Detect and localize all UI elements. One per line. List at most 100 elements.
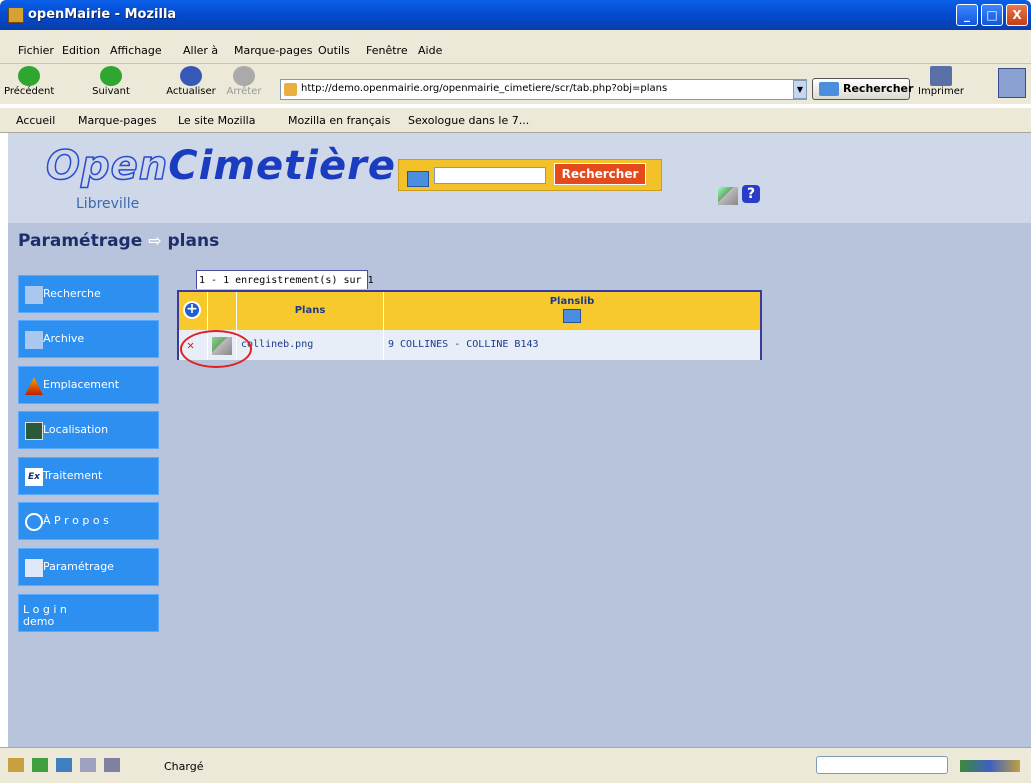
header-spacer xyxy=(208,292,237,330)
printer-icon xyxy=(930,66,952,86)
forward-arrow-icon xyxy=(100,66,122,86)
sidebar-item-label: Paramétrage xyxy=(43,560,114,573)
sidebar-item-localisation[interactable]: Localisation xyxy=(18,411,159,449)
page-header: OpenCimetière Libreville Rechercher ? xyxy=(8,133,1031,223)
menu-aller[interactable]: Aller à xyxy=(183,44,218,57)
header-search-box: Rechercher xyxy=(398,159,662,191)
addressbook-icon[interactable] xyxy=(80,758,96,772)
site-logo[interactable]: OpenCimetière xyxy=(45,142,396,190)
menu-affichage[interactable]: Affichage xyxy=(110,44,162,57)
sidebar-item-login[interactable]: L o g i n demo xyxy=(18,594,159,632)
progress-bar xyxy=(816,756,948,774)
app-icon xyxy=(8,7,24,23)
logo-open-text: Open xyxy=(45,142,169,190)
header-search-input[interactable] xyxy=(434,167,546,184)
pagination-info: 1 - 1 enregistrement(s) sur 1 xyxy=(196,270,374,289)
cell-plans[interactable]: collineb.png xyxy=(237,330,384,360)
menu-outils[interactable]: Outils xyxy=(318,44,350,57)
sidebar-item-label: Recherche xyxy=(43,287,101,300)
status-bar: Chargé xyxy=(0,747,1031,783)
forward-label: Suivant xyxy=(92,86,130,97)
stop-button[interactable]: Arrêter xyxy=(224,66,264,97)
search-label: Rechercher xyxy=(843,82,914,95)
breadcrumb-section: Paramétrage xyxy=(18,231,143,251)
bookmark-marque-pages[interactable]: Marque-pages xyxy=(78,114,156,127)
sidebar-item-archive[interactable]: Archive xyxy=(18,320,159,358)
map-icon[interactable] xyxy=(718,187,738,205)
reload-icon xyxy=(180,66,202,86)
wrench-icon xyxy=(25,559,43,577)
sidebar-item-parametrage[interactable]: Paramétrage xyxy=(18,548,159,586)
window-titlebar: openMairie - Mozilla _ □ X xyxy=(0,0,1031,30)
sidebar-item-emplacement[interactable]: Emplacement xyxy=(18,366,159,404)
bookmark-mozilla-francais[interactable]: Mozilla en français xyxy=(288,114,390,127)
stop-icon xyxy=(233,66,255,86)
sidebar-item-label: Emplacement xyxy=(43,378,120,391)
pyramid-icon xyxy=(25,377,43,395)
mail-icon[interactable] xyxy=(32,758,48,772)
menu-bar: Fichier Edition Affichage Aller à Marque… xyxy=(0,30,1031,64)
maximize-button[interactable]: □ xyxy=(981,4,1003,26)
bookmark-accueil[interactable]: Accueil xyxy=(16,114,55,127)
planslib-label: Planslib xyxy=(549,296,595,307)
reload-label: Actualiser xyxy=(166,86,216,97)
street-sign-icon xyxy=(25,422,43,440)
bookmarks-toolbar: Accueil Marque-pages Le site Mozilla Moz… xyxy=(0,107,1031,133)
add-icon[interactable]: + xyxy=(183,301,201,319)
sidebar-item-label: À P r o p o s xyxy=(43,514,109,527)
url-text: http://demo.openmairie.org/openmairie_ci… xyxy=(301,83,668,94)
menu-marque-pages[interactable]: Marque-pages xyxy=(234,44,312,57)
info-icon xyxy=(25,513,43,531)
column-header-plans[interactable]: Plans xyxy=(237,292,384,330)
search-button[interactable]: Rechercher xyxy=(812,78,914,100)
forward-button[interactable]: Suivant xyxy=(86,66,136,97)
composer-icon[interactable] xyxy=(56,758,72,772)
menu-edition[interactable]: Edition xyxy=(62,44,100,57)
breadcrumb-arrow-icon: ⇨ xyxy=(148,231,162,250)
stop-label: Arrêter xyxy=(226,86,262,97)
key-icon xyxy=(25,331,43,349)
sidebar-item-traitement[interactable]: Ex Traitement xyxy=(18,457,159,495)
breadcrumb: Paramétrage ⇨ plans xyxy=(18,231,219,251)
connection-icons xyxy=(960,760,1020,772)
back-button[interactable]: Précédent xyxy=(4,66,54,97)
sidebar-item-label: Traitement xyxy=(43,469,103,482)
city-name: Libreville xyxy=(76,196,140,212)
search-icon xyxy=(819,82,839,96)
sidebar-item-recherche[interactable]: Recherche xyxy=(18,275,159,313)
page-content: OpenCimetière Libreville Rechercher ? Pa… xyxy=(8,133,1031,747)
sidebar-item-apropos[interactable]: À P r o p o s xyxy=(18,502,159,540)
add-cell: + xyxy=(179,292,208,330)
back-label: Précédent xyxy=(4,86,55,97)
key-icon xyxy=(407,171,429,187)
cell-planslib[interactable]: 9 COLLINES - COLLINE B143 xyxy=(384,330,760,360)
column-header-planslib[interactable]: Planslib xyxy=(384,292,760,330)
bookmark-site-mozilla[interactable]: Le site Mozilla xyxy=(178,114,255,127)
breadcrumb-page: plans xyxy=(167,231,220,251)
status-icons xyxy=(8,758,158,774)
window-title: openMairie - Mozilla xyxy=(28,7,177,22)
menu-aide[interactable]: Aide xyxy=(418,44,442,57)
ex-icon: Ex xyxy=(25,468,43,486)
reload-button[interactable]: Actualiser xyxy=(164,66,218,97)
page-icon xyxy=(284,83,297,96)
back-arrow-icon xyxy=(18,66,40,86)
menu-fichier[interactable]: Fichier xyxy=(18,44,54,57)
header-search-button[interactable]: Rechercher xyxy=(554,163,646,185)
search-key-icon[interactable] xyxy=(563,309,581,323)
status-text: Chargé xyxy=(164,760,204,773)
sidebar-item-label: Archive xyxy=(43,332,85,345)
sidebar-item-label: Localisation xyxy=(43,423,109,436)
url-bar[interactable]: http://demo.openmairie.org/openmairie_ci… xyxy=(280,79,807,100)
help-icon[interactable]: ? xyxy=(742,185,760,203)
print-button[interactable]: Imprimer xyxy=(918,66,964,97)
bookmark-sexologue[interactable]: Sexologue dans le 7... xyxy=(408,114,529,127)
component-icon[interactable] xyxy=(8,758,24,772)
chat-icon[interactable] xyxy=(104,758,120,772)
menu-fenetre[interactable]: Fenêtre xyxy=(366,44,408,57)
close-button[interactable]: X xyxy=(1006,4,1028,26)
data-table: + Plans Planslib ✕ collineb.png 9 COLLIN… xyxy=(177,290,762,360)
url-dropdown-button[interactable]: ▼ xyxy=(793,80,807,99)
minimize-button[interactable]: _ xyxy=(956,4,978,26)
logo-cimetiere-text: Cimetière xyxy=(168,143,396,189)
